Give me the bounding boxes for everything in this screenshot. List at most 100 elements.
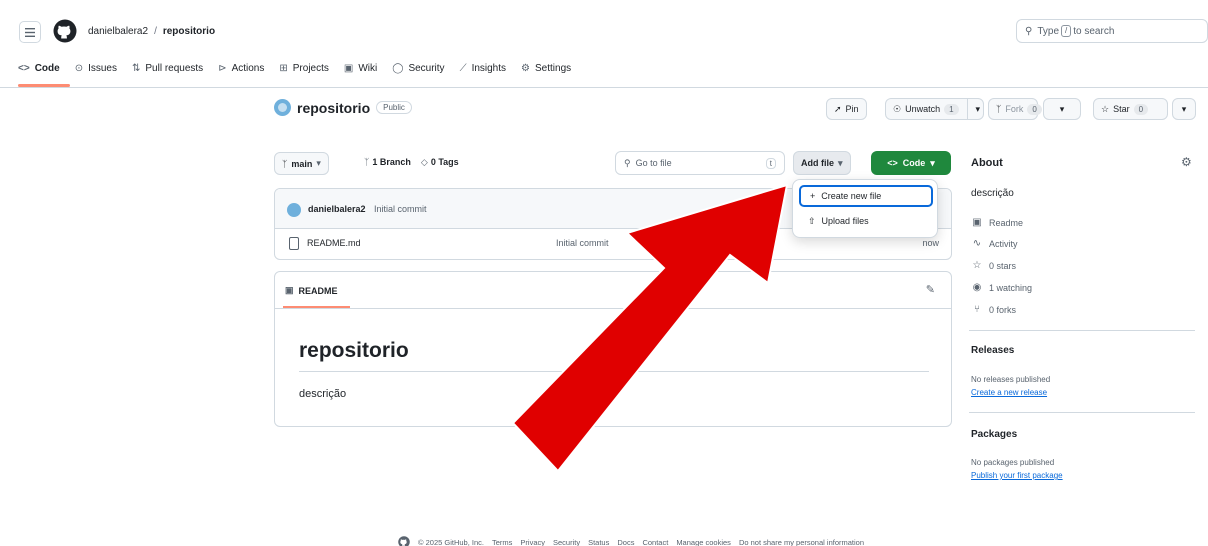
tab-security[interactable]: ◯ Security: [392, 60, 444, 76]
shield-icon: ◯: [392, 62, 404, 74]
upload-icon: ⇧: [808, 215, 816, 226]
code-icon: <>: [18, 62, 30, 74]
tag-icon: ◇: [420, 157, 428, 167]
tab-projects[interactable]: ⊞ Projects: [279, 60, 329, 76]
search-icon: ⚲: [1025, 25, 1033, 37]
fork-dropdown-button[interactable]: ▾: [1043, 98, 1081, 120]
sidebar-item-label: Readme: [989, 217, 1024, 228]
footer-link-do-not-share[interactable]: Do not share my personal information: [739, 538, 864, 546]
sidebar-item-activity[interactable]: ∿ Activity: [971, 238, 1018, 249]
breadcrumb-repo[interactable]: repositorio: [163, 26, 215, 37]
tab-wiki[interactable]: ▣ Wiki: [344, 60, 377, 76]
book-icon: ▣: [285, 285, 294, 295]
tab-label: Issues: [88, 62, 117, 74]
sidebar-item-label: 0 forks: [989, 304, 1017, 315]
tab-actions[interactable]: ⊳ Actions: [218, 60, 264, 76]
divider: [299, 371, 929, 372]
active-tab-indicator: [18, 84, 70, 87]
menu-button[interactable]: [19, 21, 41, 43]
tab-issues[interactable]: ⊙ Issues: [75, 60, 117, 76]
branch-selector[interactable]: ᛉ main ▾: [274, 152, 329, 175]
tab-label: Wiki: [358, 62, 378, 74]
plus-icon: +: [810, 191, 816, 201]
footer-link-status[interactable]: Status: [588, 538, 609, 546]
search-placeholder-suffix: to search: [1073, 25, 1115, 37]
sidebar-item-label: Activity: [989, 238, 1018, 249]
github-logo-icon[interactable]: [398, 536, 410, 546]
hamburger-icon: [25, 27, 35, 37]
tab-label: Pull requests: [145, 62, 204, 74]
branch-name: main: [291, 158, 313, 169]
releases-text: No releases published: [971, 375, 1051, 384]
add-file-button[interactable]: Add file ▾: [793, 151, 851, 175]
sidebar-item-stars[interactable]: ☆ 0 stars: [971, 260, 1017, 271]
tab-label: Code: [34, 62, 60, 74]
chevron-down-icon: ▾: [316, 158, 321, 168]
menu-item-label: Upload files: [821, 216, 869, 226]
book-icon: ▣: [343, 62, 354, 74]
graph-icon: ⟋: [459, 62, 467, 74]
star-button[interactable]: ☆ Star 0: [1093, 98, 1168, 120]
branches-link[interactable]: ᛉ1 Branch: [364, 157, 411, 168]
footer-link-security[interactable]: Security: [553, 538, 580, 546]
branch-icon: ᛉ: [282, 158, 288, 169]
eye-icon: ◉: [972, 282, 982, 293]
footer-link-docs[interactable]: Docs: [617, 538, 634, 546]
create-release-link[interactable]: Create a new release: [971, 388, 1047, 397]
menu-item-upload-files[interactable]: ⇧ Upload files: [799, 210, 933, 232]
footer-link-terms[interactable]: Terms: [492, 538, 512, 546]
tab-pull-requests[interactable]: ⇅ Pull requests: [132, 60, 203, 76]
releases-title[interactable]: Releases: [971, 345, 1014, 356]
fork-button[interactable]: ᛉ Fork 0: [988, 98, 1042, 120]
divider: [966, 99, 968, 119]
packages-title[interactable]: Packages: [971, 429, 1017, 440]
commit-author[interactable]: danielbalera2: [308, 204, 366, 214]
menu-item-create-new-file[interactable]: + Create new file: [799, 185, 933, 207]
github-logo-icon[interactable]: [53, 19, 77, 43]
repo-title: repositorio Public: [274, 99, 412, 116]
sidebar-item-forks[interactable]: ⑂ 0 forks: [971, 304, 1016, 315]
about-title: About: [971, 157, 1003, 169]
readme-tab[interactable]: ▣ README: [285, 285, 338, 296]
footer-link-manage-cookies[interactable]: Manage cookies: [676, 538, 731, 546]
readme-body: descrição: [299, 388, 347, 400]
star-dropdown-button[interactable]: ▾: [1172, 98, 1196, 120]
chevron-down-icon: ▾: [1181, 103, 1187, 114]
sidebar-item-readme[interactable]: ▣ Readme: [971, 217, 1023, 228]
footer-link-contact[interactable]: Contact: [642, 538, 668, 546]
breadcrumb: danielbalera2 / repositorio: [88, 26, 215, 37]
go-to-file-input[interactable]: ⚲ Go to file t: [615, 151, 785, 175]
breadcrumb-owner[interactable]: danielbalera2: [88, 26, 148, 37]
chevron-down-icon[interactable]: ▾: [976, 104, 981, 115]
tab-insights[interactable]: ⟋ Insights: [460, 60, 506, 76]
tab-code[interactable]: <> Code: [18, 60, 60, 76]
footer-link-privacy[interactable]: Privacy: [520, 538, 545, 546]
fork-count: 0: [1027, 103, 1042, 115]
pin-label: Pin: [845, 104, 859, 114]
tab-settings[interactable]: ⚙ Settings: [521, 60, 571, 76]
publish-package-link[interactable]: Publish your first package: [971, 471, 1063, 480]
star-label: Star: [1113, 104, 1130, 114]
gear-icon: ⚙: [521, 62, 530, 74]
file-name[interactable]: README.md: [307, 238, 361, 248]
gear-icon[interactable]: ⚙: [1181, 155, 1192, 169]
add-file-menu: + Create new file ⇧ Upload files: [792, 179, 938, 238]
repo-name[interactable]: repositorio: [297, 100, 370, 116]
commit-message[interactable]: Initial commit: [374, 204, 427, 214]
search-input[interactable]: ⚲ Type / to search: [1016, 19, 1208, 43]
pulse-icon: ∿: [972, 238, 982, 249]
tags-link[interactable]: ◇ 0 Tags: [421, 157, 459, 168]
branch-icon: ᛉ: [364, 157, 370, 167]
sidebar-item-watching[interactable]: ◉ 1 watching: [971, 282, 1032, 293]
packages-text: No packages published: [971, 458, 1055, 467]
readme-heading: repositorio: [299, 339, 409, 362]
pin-icon: ➚: [834, 103, 842, 114]
search-icon: ⚲: [624, 157, 631, 168]
pencil-icon[interactable]: ✎: [926, 283, 935, 296]
eye-icon: ☉: [893, 103, 902, 114]
unwatch-button[interactable]: ☉ Unwatch 1 ▾: [885, 98, 985, 120]
go-to-file-placeholder: Go to file: [635, 158, 672, 168]
pin-button[interactable]: ➚ Pin: [826, 98, 867, 120]
file-commit-message[interactable]: Initial commit: [556, 238, 609, 248]
code-button[interactable]: <> Code ▾: [871, 151, 951, 175]
